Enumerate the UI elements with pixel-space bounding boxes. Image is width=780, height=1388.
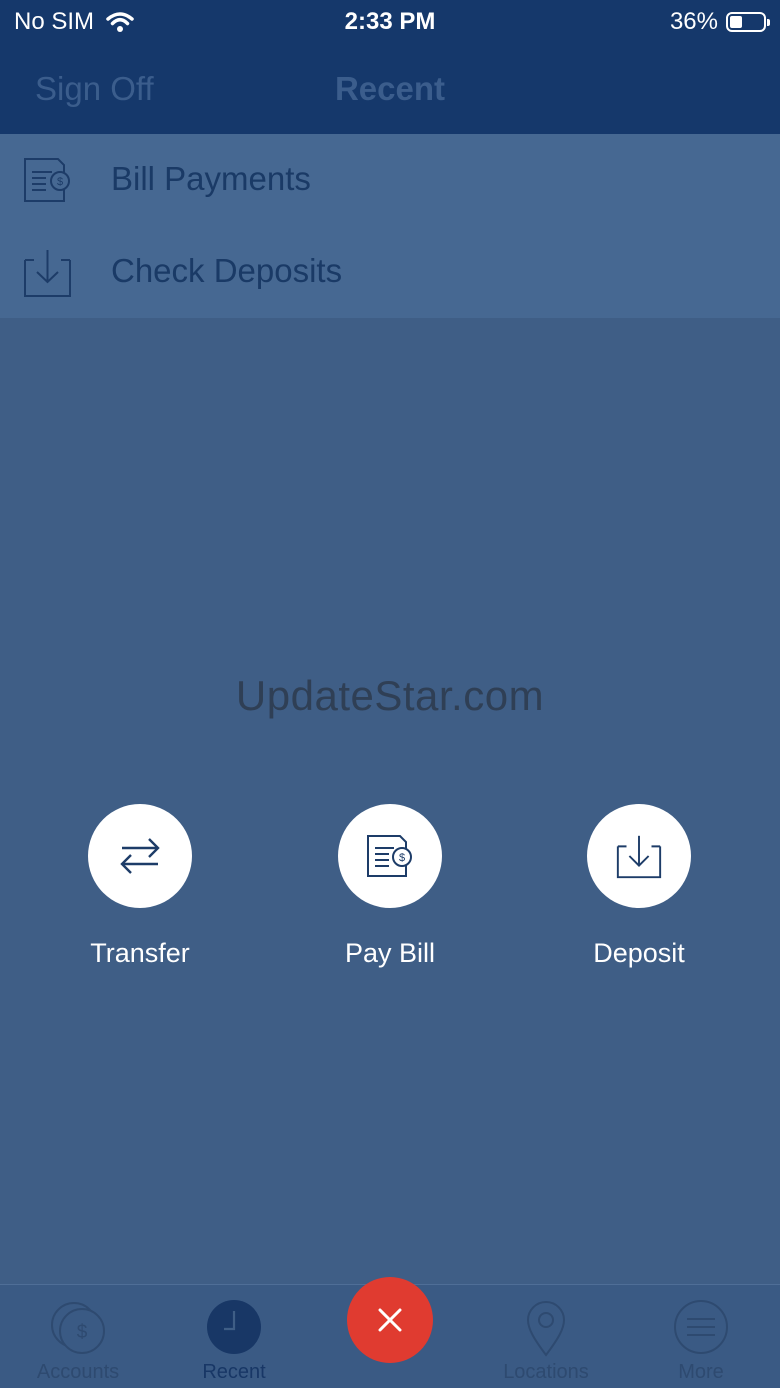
deposit-icon [24,250,71,297]
close-menu-button[interactable] [347,1277,433,1363]
pay-bill-label: Pay Bill [344,938,436,968]
tab-label: Recent [202,1361,266,1383]
status-right: 36% [669,8,770,36]
menu-item-label: Bill Payments [111,160,311,197]
transfer-button[interactable] [88,804,192,908]
transfer-label: Transfer [90,938,190,968]
menu-item-bill-payments[interactable]: $ Bill Payments [0,134,780,226]
status-bar: No SIM 2:33 PM 36% [0,0,780,44]
accounts-icon: $ [51,1302,105,1354]
tab-accounts[interactable]: $ Accounts [0,1285,156,1388]
tab-locations[interactable]: Locations [468,1285,624,1388]
tab-label: Accounts [36,1361,120,1383]
location-pin-icon [526,1301,566,1357]
battery-icon [726,12,770,32]
deposit-button[interactable] [587,804,691,908]
svg-text:$: $ [57,176,63,188]
nav-bar: Sign Off Recent [0,44,780,134]
pay-bill-action[interactable]: $ Pay Bill [310,804,470,969]
clock-icon [207,1300,261,1354]
quick-menu-list: $ Bill Payments Check Deposits [0,134,780,318]
tab-label: More [678,1361,724,1383]
menu-item-check-deposits[interactable]: Check Deposits [0,226,780,318]
menu-icon [674,1300,728,1354]
transfer-icon [120,838,160,874]
bill-icon: $ [24,158,70,202]
watermark: UpdateStar.com [235,672,545,719]
svg-text:$: $ [77,1322,88,1343]
svg-text:$: $ [399,852,405,864]
deposit-action[interactable]: Deposit [559,804,719,969]
pay-bill-button[interactable]: $ [338,804,442,908]
deposit-icon [616,835,662,879]
battery-level [730,16,742,28]
battery-percent: 36% [669,8,718,35]
tab-label: Locations [503,1361,589,1383]
page-title: Recent [334,70,446,107]
status-time: 2:33 PM [344,8,436,35]
close-icon [378,1308,402,1332]
deposit-label: Deposit [593,938,685,968]
menu-item-label: Check Deposits [111,252,343,289]
tab-recent[interactable]: Recent [156,1285,312,1388]
bill-icon: $ [367,835,412,877]
tab-more[interactable]: More [623,1285,779,1388]
transfer-action[interactable]: Transfer [60,804,220,969]
